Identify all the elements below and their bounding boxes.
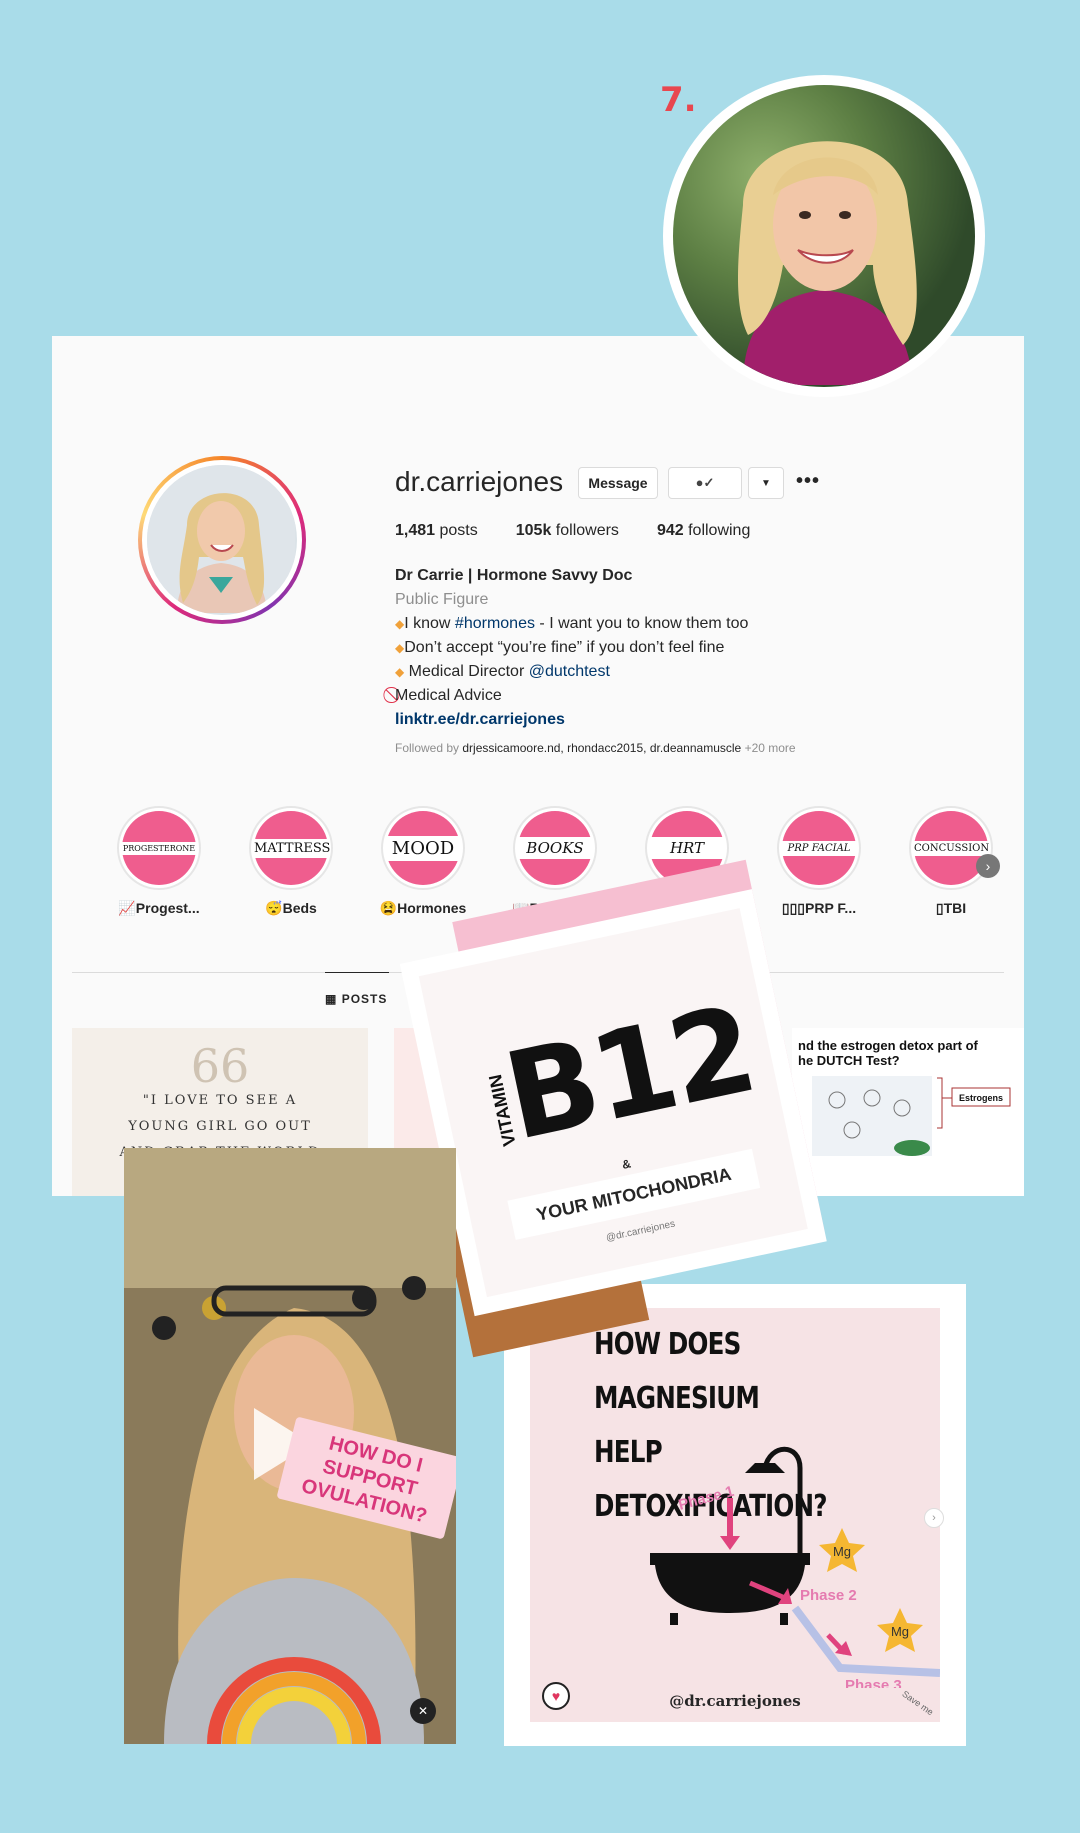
bio-line-4: ⃠Medical Advice [395, 684, 748, 708]
following-label: following [688, 522, 751, 539]
highlight-label: ▯TBI [935, 900, 967, 916]
person-check-icon: ●✓ [695, 475, 715, 490]
followed-by-label: Followed by [395, 741, 460, 755]
following-count: 942 [656, 522, 684, 539]
page-number: 7. [660, 80, 697, 120]
bio-line-2: ◆Don’t accept “you’re fine” if you don’t… [395, 636, 748, 660]
highlight-band: CONCUSSION [914, 840, 990, 856]
phase3-label: Phase 3 [845, 1677, 902, 1688]
profile-stats: 1,481 posts 105k followers 942 following [395, 522, 750, 540]
hashtag-link[interactable]: #hormones [455, 615, 535, 632]
mention-link[interactable]: @dutchtest [529, 663, 610, 680]
chevron-down-icon: ▼ [761, 477, 771, 489]
mute-icon[interactable]: ✕ [410, 1698, 436, 1724]
quote-mark: 66 [190, 1039, 250, 1093]
quote-line: "I LOVE TO SEE A [142, 1093, 298, 1108]
bio-link[interactable]: linktr.ee/dr.carriejones [395, 708, 748, 732]
active-tab-indicator [325, 972, 389, 973]
highlight-band: HRT [650, 837, 724, 859]
magnesium-post-card[interactable]: HOW DOES MAGNESIUM HELP DETOXIFICATION? … [504, 1284, 966, 1746]
diamond-icon: ◆ [395, 665, 405, 679]
profile-username: dr.carriejones [395, 466, 564, 497]
title-line: HOW DOES MAGNESIUM [594, 1327, 760, 1416]
quote-line: YOUNG GIRL GO OUT [128, 1119, 312, 1134]
followers-label: followers [555, 522, 619, 539]
profile-avatar[interactable] [138, 456, 306, 624]
carousel-next-icon[interactable]: › [924, 1508, 944, 1528]
estrogens-label: Estrogens [959, 1093, 1003, 1103]
highlight-progesterone[interactable]: PROGESTERONE 📈Progest... [114, 806, 204, 917]
followed-more: +20 more [744, 741, 796, 755]
highlight-label: 😴Beds [265, 900, 317, 916]
tab-posts-label: POSTS [341, 992, 388, 1006]
mg-label: Mg [833, 1544, 851, 1559]
suggested-dropdown-button[interactable]: ▼ [748, 467, 784, 499]
highlight-band: BOOKS [518, 837, 592, 859]
bio-line-2-text: Don’t accept “you’re fine” if you don’t … [404, 639, 725, 656]
highlight-band: PRP FACIAL [782, 840, 856, 856]
b12-post-card: VITAMIN B12 & YOUR MITOCHONDRIA @dr.carr… [399, 859, 874, 1358]
posts-label: posts [439, 522, 478, 539]
grid-icon: ▦ [325, 992, 338, 1006]
followed-by[interactable]: Followed by drjessicamoore.nd, rhondacc2… [395, 741, 796, 755]
magnesium-handle: @dr.carriejones [669, 1692, 801, 1710]
profile-category: Public Figure [395, 591, 489, 608]
mg-label: Mg [891, 1624, 909, 1639]
phase1-label: Phase 1 [677, 1483, 736, 1514]
phase2-label: Phase 2 [800, 1587, 857, 1604]
following-button[interactable]: ●✓ [668, 467, 742, 499]
highlight-label: 📈Progest... [118, 900, 200, 916]
bio-line-3-text: Medical Director [404, 663, 529, 680]
bio-line-1: ◆I know #hormones - I want you to know t… [395, 612, 748, 636]
avatar-illustration [147, 465, 295, 613]
portrait-photo [663, 75, 985, 397]
profile-bio: Dr Carrie | Hormone Savvy Doc Public Fig… [395, 564, 748, 732]
highlight-band: PROGESTERONE [122, 841, 196, 855]
message-button[interactable]: Message [578, 467, 658, 499]
bio-line-1-rest: - I want you to know them too [534, 615, 749, 632]
bio-line-4-text: Medical Advice [395, 687, 502, 704]
posts-count: 1,481 [395, 522, 436, 539]
b12-card-face: VITAMIN B12 & YOUR MITOCHONDRIA @dr.carr… [399, 889, 827, 1317]
highlight-band: MATTRESS [254, 838, 331, 858]
diamond-icon: ◆ [395, 641, 405, 655]
detox-bathtub-diagram: Mg Mg Phase 1 Phase 2 Phase 3 [650, 1446, 940, 1688]
followers-count: 105k [515, 522, 552, 539]
followers-stat[interactable]: 105k followers [516, 522, 619, 540]
followed-by-names: drjessicamoore.nd, rhondacc2015, dr.dean… [462, 741, 742, 755]
tab-posts[interactable]: ▦ POSTS [325, 992, 387, 1006]
following-stat[interactable]: 942 following [657, 522, 750, 540]
display-name: Dr Carrie | Hormone Savvy Doc [395, 567, 633, 584]
posts-stat[interactable]: 1,481 posts [395, 522, 478, 540]
highlight-hormones[interactable]: MOOD 😫Hormones [378, 806, 468, 917]
highlight-label: 😫Hormones [379, 900, 467, 916]
highlight-beds[interactable]: MATTRESS 😴Beds [246, 806, 336, 917]
bio-line-3: ◆ Medical Director @dutchtest [395, 660, 748, 684]
diamond-icon: ◆ [395, 617, 405, 631]
portrait-illustration [738, 141, 917, 385]
highlight-band: MOOD [386, 835, 460, 861]
bio-line-1-text: I know [404, 615, 455, 632]
more-options-icon[interactable]: ••• [796, 470, 820, 493]
video-post[interactable]: HOW DO I SUPPORT OVULATION? ✕ [124, 1148, 456, 1744]
highlights-next-icon[interactable]: › [976, 854, 1000, 878]
